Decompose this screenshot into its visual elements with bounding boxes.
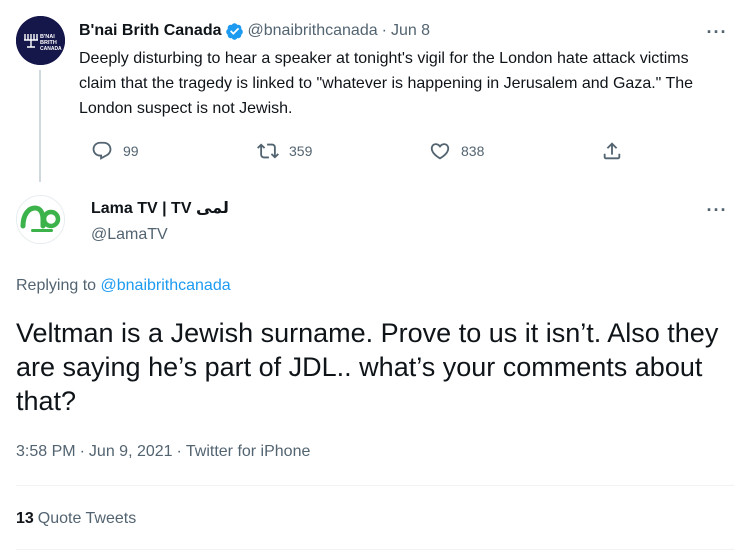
divider bbox=[16, 485, 734, 486]
avatar-logo-line-3: CANADA bbox=[40, 46, 62, 52]
tweet-metadata: 3:58 PM · Jun 9, 2021 · Twitter for iPhone bbox=[16, 440, 310, 464]
like-button[interactable]: 838 bbox=[429, 138, 484, 164]
thread-connector-line bbox=[39, 70, 41, 182]
reply-icon bbox=[92, 141, 112, 160]
retweet-button[interactable]: 359 bbox=[257, 138, 312, 164]
tweet-source[interactable]: Twitter for iPhone bbox=[186, 443, 311, 460]
quote-label: Quote Tweets bbox=[37, 510, 137, 527]
parent-tweet-text: Deeply disturbing to hear a speaker at t… bbox=[79, 50, 694, 117]
replying-to: Replying to @bnaibrithcanada bbox=[16, 275, 231, 297]
share-button[interactable] bbox=[601, 138, 623, 164]
header-separator: · bbox=[381, 22, 387, 39]
more-options-button[interactable]: ··· bbox=[705, 22, 729, 42]
more-icon: ··· bbox=[706, 22, 728, 42]
tweet-actions: 99 359 838 bbox=[79, 138, 639, 164]
share-icon bbox=[603, 142, 621, 160]
parent-tweet-header: B'nai Brith Canada @bnaibrithcanada · Ju… bbox=[79, 21, 430, 41]
tweet-time-link[interactable]: 3:58 PM bbox=[16, 443, 76, 460]
like-count: 838 bbox=[461, 143, 485, 159]
reply-count: 99 bbox=[123, 143, 139, 159]
quote-tweets-link[interactable]: 13 Quote Tweets bbox=[16, 508, 136, 530]
reply-button[interactable]: 99 bbox=[91, 138, 139, 164]
more-icon: ··· bbox=[706, 200, 728, 220]
meta-separator: · bbox=[176, 443, 182, 460]
retweet-icon bbox=[257, 143, 279, 159]
avatar-bnai-brith[interactable]: B'NAI BRITH CANADA bbox=[16, 16, 65, 65]
avatar-lama-tv[interactable] bbox=[16, 195, 65, 244]
tweet-date[interactable]: Jun 8 bbox=[391, 21, 430, 41]
verified-badge-icon bbox=[225, 22, 244, 41]
author-name[interactable]: B'nai Brith Canada bbox=[79, 21, 222, 41]
reply-more-options-button[interactable]: ··· bbox=[705, 200, 729, 220]
author-handle[interactable]: @bnaibrithcanada bbox=[248, 21, 378, 41]
quote-count: 13 bbox=[16, 510, 34, 527]
replying-to-label: Replying to bbox=[16, 277, 97, 294]
reply-author-name[interactable]: Lama TV | TV لمى bbox=[91, 198, 229, 220]
tweet-date-link[interactable]: Jun 9, 2021 bbox=[89, 443, 173, 460]
reply-author-handle[interactable]: @LamaTV bbox=[91, 224, 168, 246]
replying-to-mention-link[interactable]: @bnaibrithcanada bbox=[101, 277, 231, 294]
retweet-count: 359 bbox=[289, 143, 313, 159]
divider bbox=[16, 549, 734, 550]
reply-tweet-text: Veltman is a Jewish surname. Prove to us… bbox=[16, 318, 719, 416]
like-icon bbox=[430, 143, 450, 160]
meta-separator: · bbox=[79, 443, 85, 460]
